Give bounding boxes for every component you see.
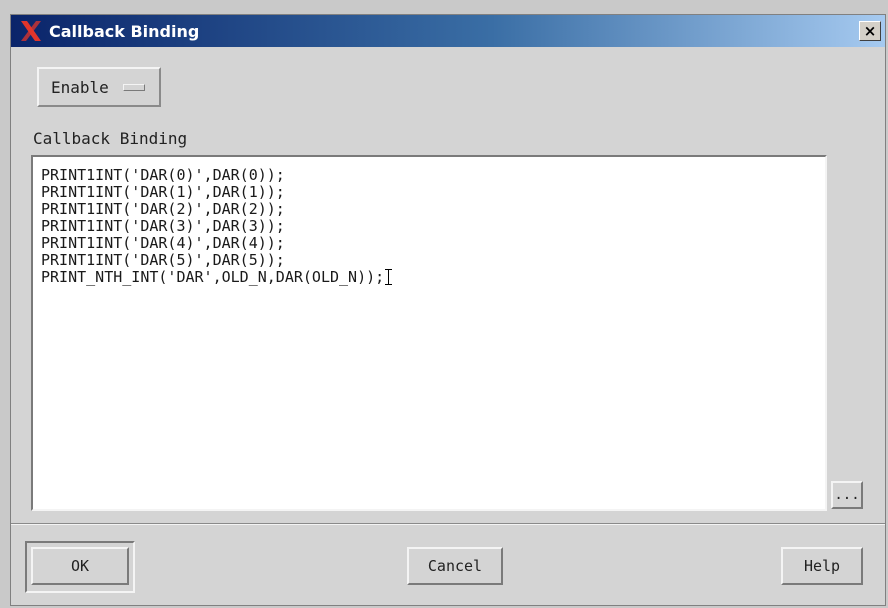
option-menu-indicator-icon	[122, 83, 145, 91]
code-line-last: PRINT_NTH_INT('DAR',OLD_N,DAR(OLD_N));	[41, 269, 825, 286]
code-line: PRINT1INT('DAR(4)',DAR(4));	[41, 234, 285, 252]
cancel-button[interactable]: Cancel	[407, 547, 503, 585]
code-line: PRINT1INT('DAR(0)',DAR(0));	[41, 166, 285, 184]
window-title: Callback Binding	[49, 21, 200, 41]
code-line: PRINT1INT('DAR(1)',DAR(1));	[41, 183, 285, 201]
callback-binding-textarea[interactable]: PRINT1INT('DAR(0)',DAR(0)); PRINT1INT('D…	[31, 155, 827, 511]
button-separator	[11, 523, 885, 525]
enable-option-menu[interactable]: Enable	[37, 67, 161, 107]
enable-option-label: Enable	[51, 77, 109, 97]
code-line-text: PRINT_NTH_INT('DAR',OLD_N,DAR(OLD_N));	[41, 268, 385, 286]
text-cursor-icon	[385, 269, 395, 285]
code-line: PRINT1INT('DAR(2)',DAR(2));	[41, 200, 285, 218]
code-line: PRINT1INT('DAR(3)',DAR(3));	[41, 217, 285, 235]
callback-binding-label: Callback Binding	[33, 129, 188, 148]
code-line: PRINT1INT('DAR(5)',DAR(5));	[41, 251, 285, 269]
dialog-window: Callback Binding × Enable Callback Bindi…	[10, 14, 886, 606]
close-button[interactable]: ×	[859, 21, 881, 41]
help-button[interactable]: Help	[781, 547, 863, 585]
ok-button[interactable]: OK	[31, 547, 129, 585]
more-options-button[interactable]: ...	[831, 481, 863, 509]
title-bar[interactable]: Callback Binding ×	[11, 15, 885, 47]
x-logo-icon	[21, 21, 41, 41]
close-icon: ×	[863, 22, 877, 40]
